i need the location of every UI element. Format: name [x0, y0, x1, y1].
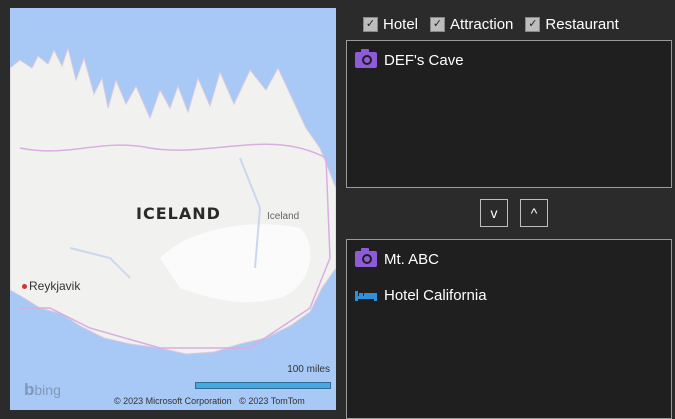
move-down-button[interactable]: v — [480, 199, 508, 227]
filter-attraction[interactable]: ✓ Attraction — [430, 16, 513, 33]
itinerary-list[interactable]: Mt. ABC Hotel California — [346, 239, 672, 419]
list-item[interactable]: Mt. ABC — [347, 248, 671, 270]
filter-hotel-label: Hotel — [383, 15, 419, 33]
hotel-checkbox[interactable]: ✓ — [363, 16, 378, 32]
map-copyright: © 2023 Microsoft Corporation © 2023 TomT… — [114, 396, 305, 406]
filter-attraction-label: Attraction — [450, 15, 514, 33]
bed-icon — [355, 291, 377, 301]
list-item-label: Mt. ABC — [384, 250, 440, 268]
map-country-label: ICELAND — [136, 204, 221, 223]
restaurant-checkbox[interactable]: ✓ — [525, 16, 541, 32]
category-filters: ✓ Hotel ✓ Attraction ✓ Restaurant — [363, 14, 619, 34]
filter-hotel[interactable]: ✓ Hotel — [363, 16, 418, 33]
list-item-label: Hotel California — [384, 286, 487, 304]
map-city-label: Reykjavik — [29, 279, 81, 293]
available-places-list[interactable]: DEF's Cave — [346, 40, 672, 188]
list-item[interactable]: DEF's Cave — [347, 49, 671, 71]
bing-logo-icon: bbing — [24, 380, 61, 399]
list-item-label: DEF's Cave — [384, 51, 464, 69]
attraction-checkbox[interactable]: ✓ — [430, 16, 446, 32]
map-view[interactable]: ICELAND Iceland Reykjavik 100 miles bbin… — [10, 8, 336, 410]
city-marker-icon — [22, 284, 27, 289]
list-item[interactable]: Hotel California — [347, 284, 671, 306]
camera-icon — [355, 49, 377, 68]
camera-icon — [355, 248, 377, 267]
move-up-button[interactable]: ^ — [520, 199, 548, 227]
map-region-label: Iceland — [267, 211, 300, 222]
map-scale-label: 100 miles — [287, 364, 330, 375]
filter-restaurant[interactable]: ✓ Restaurant — [525, 15, 619, 33]
filter-restaurant-label: Restaurant — [545, 15, 619, 33]
map-scale-bar — [195, 382, 331, 389]
